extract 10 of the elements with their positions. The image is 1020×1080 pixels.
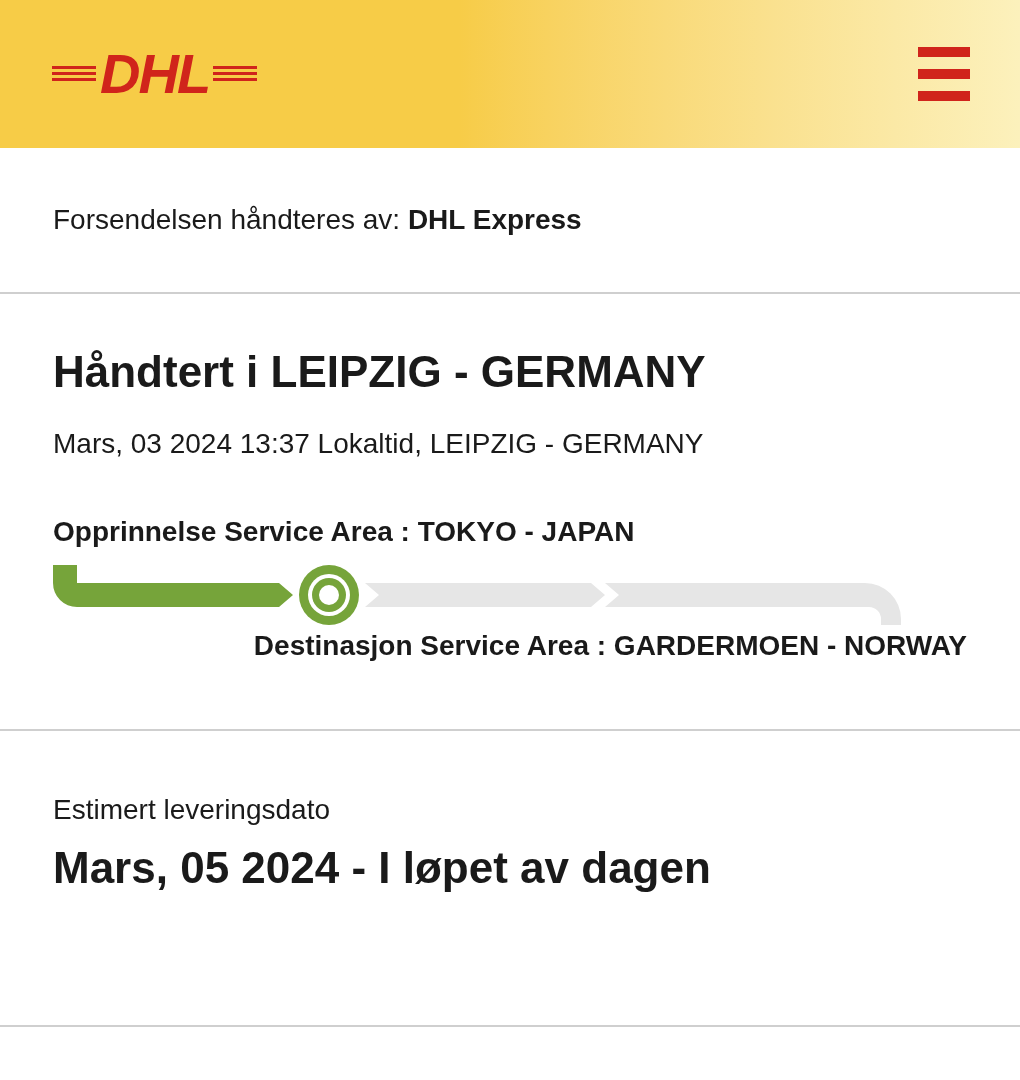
destination-label: Destinasjon Service Area : GARDERMOEN - NORWAY	[253, 629, 967, 663]
status-title: Håndtert i LEIPZIG - GERMANY	[53, 346, 707, 398]
menu-button[interactable]	[918, 47, 970, 101]
handler-text: Forsendelsen håndteres av: DHL Express	[53, 203, 582, 237]
delivery-date: Mars, 05 2024 - I løpet av dagen	[53, 842, 712, 894]
dhl-logo: DHL	[52, 46, 258, 102]
current-location-icon	[297, 563, 361, 627]
delivery-label: Estimert leveringsdato	[53, 793, 331, 827]
status-time: Mars, 03 2024 13:37 Lokaltid, LEIPZIG - GERMANY	[53, 427, 705, 461]
origin-label: Opprinnelse Service Area : TOKYO - JAPAN	[53, 515, 636, 549]
